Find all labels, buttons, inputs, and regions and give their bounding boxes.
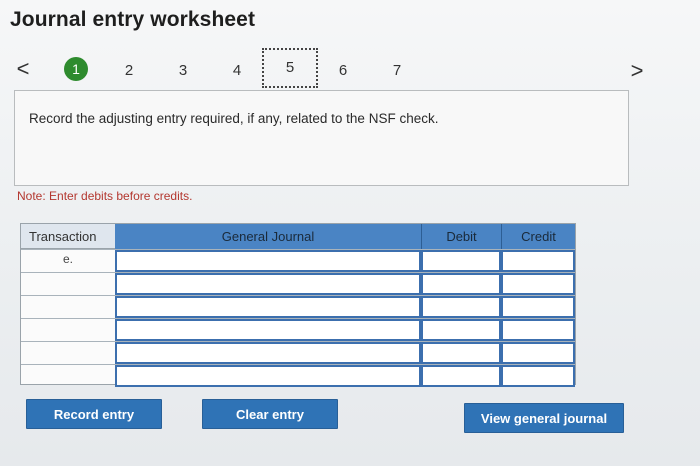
account-input[interactable] <box>115 296 421 318</box>
credit-header: Credit <box>501 224 575 249</box>
account-input[interactable] <box>115 365 421 387</box>
record-entry-button[interactable]: Record entry <box>26 399 162 429</box>
account-input[interactable] <box>115 250 421 272</box>
credit-input[interactable] <box>501 250 575 272</box>
credit-input[interactable] <box>501 319 575 341</box>
table-row <box>21 295 575 318</box>
table-row <box>21 318 575 341</box>
view-general-journal-button[interactable]: View general journal <box>464 403 624 433</box>
credit-input[interactable] <box>501 273 575 295</box>
transaction-header: Transaction <box>29 229 97 244</box>
debit-header: Debit <box>421 224 501 249</box>
step-1-button[interactable]: 1 <box>64 57 88 81</box>
transaction-cell <box>21 273 115 295</box>
debit-input[interactable] <box>421 365 501 387</box>
transaction-cell <box>21 296 115 318</box>
debit-input[interactable] <box>421 296 501 318</box>
transaction-cell: e. <box>62 252 73 266</box>
table-row <box>21 364 575 387</box>
transaction-cell <box>21 342 115 364</box>
debit-input[interactable] <box>421 250 501 272</box>
worksheet-page: Journal entry worksheet < 1 2 3 4 5 6 7 … <box>0 0 700 466</box>
journal-table: Transaction General Journal Debit Credit… <box>20 223 576 387</box>
debit-input[interactable] <box>421 342 501 364</box>
instruction-text: Record the adjusting entry required, if … <box>29 111 439 126</box>
debit-input[interactable] <box>421 319 501 341</box>
table-row: e. <box>21 249 575 272</box>
debit-input[interactable] <box>421 273 501 295</box>
step-5-button[interactable]: 5 <box>262 48 318 88</box>
journal-header-row: Transaction General Journal Debit Credit <box>21 224 575 249</box>
credit-input[interactable] <box>501 342 575 364</box>
prev-step-chevron-icon[interactable]: < <box>12 56 34 82</box>
step-6-button[interactable]: 6 <box>328 58 358 84</box>
credit-input[interactable] <box>501 296 575 318</box>
account-input[interactable] <box>115 342 421 364</box>
step-2-button[interactable]: 2 <box>114 58 144 84</box>
transaction-cell <box>21 319 115 341</box>
step-3-button[interactable]: 3 <box>168 58 198 84</box>
clear-entry-button[interactable]: Clear entry <box>202 399 338 429</box>
credit-input[interactable] <box>501 365 575 387</box>
account-input[interactable] <box>115 273 421 295</box>
table-row <box>21 341 575 364</box>
page-title: Journal entry worksheet <box>10 8 256 31</box>
transaction-cell <box>21 365 115 387</box>
table-row <box>21 272 575 295</box>
step-4-button[interactable]: 4 <box>222 58 252 84</box>
general-journal-header: General Journal <box>115 224 421 249</box>
step-7-button[interactable]: 7 <box>382 58 412 84</box>
next-step-chevron-icon[interactable]: > <box>626 58 648 84</box>
note-text: Note: Enter debits before credits. <box>17 189 193 203</box>
instruction-box: Record the adjusting entry required, if … <box>14 90 629 186</box>
account-input[interactable] <box>115 319 421 341</box>
